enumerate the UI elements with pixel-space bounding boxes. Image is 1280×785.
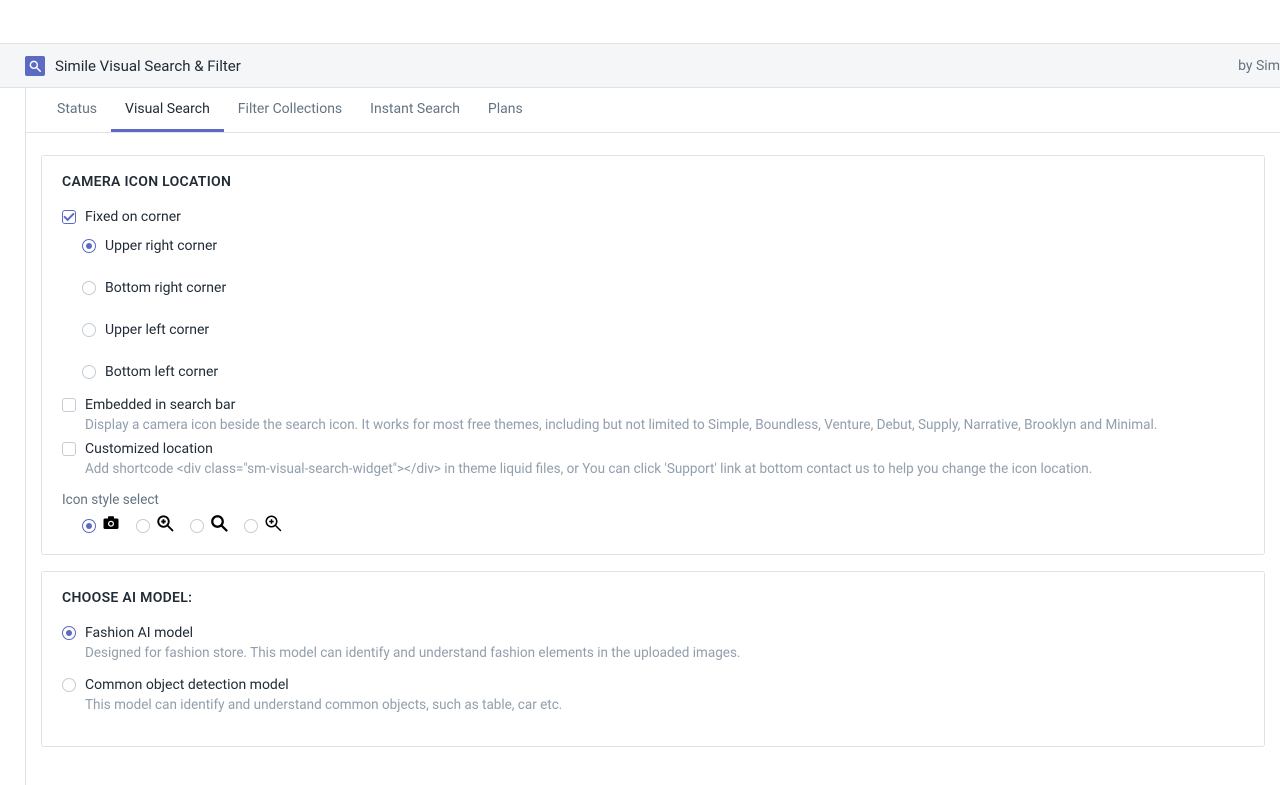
customized-label: Customized location xyxy=(85,440,1244,458)
ai-fashion-body: Fashion AI model Designed for fashion st… xyxy=(85,624,1244,662)
radio-upper-right[interactable] xyxy=(82,239,96,253)
content-area: Camera Icon Location Fixed on corner Upp… xyxy=(26,133,1280,785)
header-left: Simile Visual Search & Filter xyxy=(25,56,241,76)
checkbox-embedded[interactable] xyxy=(62,398,76,412)
radio-icon-magnify-bold[interactable] xyxy=(190,519,204,533)
label-upper-right: Upper right corner xyxy=(105,237,217,255)
radio-ai-common[interactable] xyxy=(62,678,76,692)
panel-camera-icon-location: Camera Icon Location Fixed on corner Upp… xyxy=(41,155,1265,555)
fixed-label-wrap: Fixed on corner xyxy=(85,208,1244,226)
icon-style-options xyxy=(62,514,1244,536)
panel-title-ai: Choose AI Model: xyxy=(62,590,1244,606)
tab-status[interactable]: Status xyxy=(43,88,111,132)
icon-style-camera[interactable] xyxy=(82,514,120,536)
radio-icon-camera[interactable] xyxy=(82,519,96,533)
option-embedded-search-bar[interactable]: Embedded in search bar Display a camera … xyxy=(62,396,1244,434)
radio-bottom-right[interactable] xyxy=(82,281,96,295)
panel-ai-model: Choose AI Model: Fashion AI model Design… xyxy=(41,571,1265,747)
icon-style-magnify-bold[interactable] xyxy=(190,514,228,536)
embedded-label: Embedded in search bar xyxy=(85,396,1244,414)
top-whitespace xyxy=(0,0,1280,43)
corner-option-upper-right[interactable]: Upper right corner xyxy=(82,230,1244,262)
ai-common-label: Common object detection model xyxy=(85,676,1244,694)
tab-bar: Status Visual Search Filter Collections … xyxy=(26,88,1280,133)
corner-option-bottom-left[interactable]: Bottom left corner xyxy=(82,356,1244,388)
customized-body: Customized location Add shortcode <div c… xyxy=(85,440,1244,478)
ai-common-desc: This model can identify and understand c… xyxy=(85,696,1244,714)
app-logo-icon xyxy=(25,56,45,76)
option-fixed-on-corner[interactable]: Fixed on corner xyxy=(62,208,1244,226)
tab-plans[interactable]: Plans xyxy=(474,88,537,132)
camera-icon xyxy=(102,514,120,536)
checkbox-customized[interactable] xyxy=(62,442,76,456)
corner-options: Upper right corner Bottom right corner U… xyxy=(62,230,1244,388)
checkbox-fixed-on-corner[interactable] xyxy=(62,210,76,224)
radio-icon-magnify-plus[interactable] xyxy=(136,519,150,533)
main-container: Status Visual Search Filter Collections … xyxy=(25,88,1280,785)
fixed-label: Fixed on corner xyxy=(85,208,1244,226)
tab-filter-collections[interactable]: Filter Collections xyxy=(224,88,356,132)
option-customized-location[interactable]: Customized location Add shortcode <div c… xyxy=(62,440,1244,478)
icon-style-magnify-plus[interactable] xyxy=(136,514,174,536)
ai-fashion-label: Fashion AI model xyxy=(85,624,1244,642)
label-bottom-left: Bottom left corner xyxy=(105,363,218,381)
tab-instant-search[interactable]: Instant Search xyxy=(356,88,474,132)
magnify-bold-icon xyxy=(210,514,228,536)
radio-icon-magnify-plus-thin[interactable] xyxy=(244,519,258,533)
icon-style-magnify-plus-thin[interactable] xyxy=(244,514,282,536)
magnify-plus-thin-icon xyxy=(264,514,282,536)
ai-option-common[interactable]: Common object detection model This model… xyxy=(62,676,1244,714)
corner-option-upper-left[interactable]: Upper left corner xyxy=(82,314,1244,346)
app-header: Simile Visual Search & Filter by Sim xyxy=(0,43,1280,88)
radio-bottom-left[interactable] xyxy=(82,365,96,379)
radio-upper-left[interactable] xyxy=(82,323,96,337)
ai-option-fashion[interactable]: Fashion AI model Designed for fashion st… xyxy=(62,624,1244,662)
embedded-desc: Display a camera icon beside the search … xyxy=(85,416,1244,434)
ai-fashion-desc: Designed for fashion store. This model c… xyxy=(85,644,1244,662)
app-title: Simile Visual Search & Filter xyxy=(55,57,241,75)
corner-option-bottom-right[interactable]: Bottom right corner xyxy=(82,272,1244,304)
panel-title-camera: Camera Icon Location xyxy=(62,174,1244,190)
label-bottom-right: Bottom right corner xyxy=(105,279,226,297)
label-upper-left: Upper left corner xyxy=(105,321,209,339)
radio-ai-fashion[interactable] xyxy=(62,626,76,640)
customized-desc: Add shortcode <div class="sm-visual-sear… xyxy=(85,460,1244,478)
tab-visual-search[interactable]: Visual Search xyxy=(111,88,224,132)
icon-style-label: Icon style select xyxy=(62,492,1244,508)
ai-common-body: Common object detection model This model… xyxy=(85,676,1244,714)
embedded-body: Embedded in search bar Display a camera … xyxy=(85,396,1244,434)
magnify-plus-icon xyxy=(156,514,174,536)
header-by-text: by Sim xyxy=(1238,58,1280,74)
